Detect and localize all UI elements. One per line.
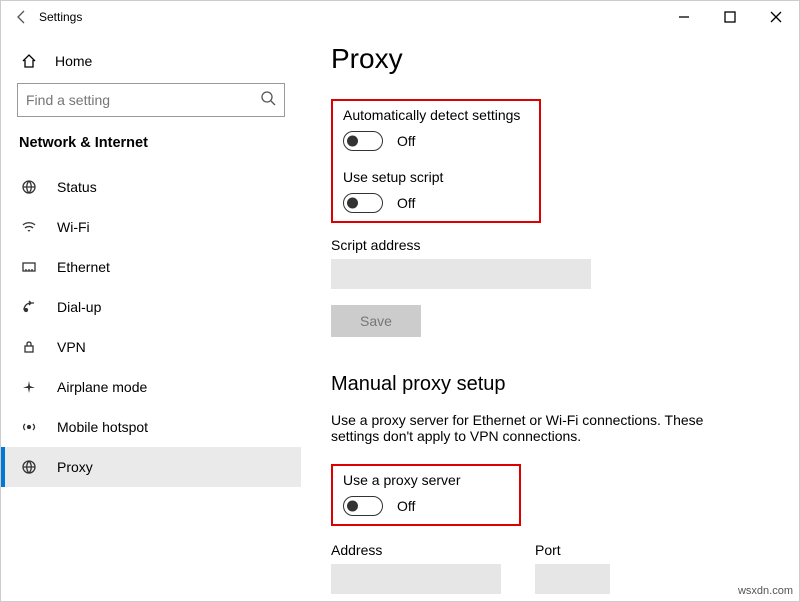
search-box[interactable] bbox=[17, 83, 285, 117]
sidebar-item-hotspot[interactable]: Mobile hotspot bbox=[1, 407, 301, 447]
address-input[interactable] bbox=[331, 564, 501, 594]
sidebar-item-label: Ethernet bbox=[57, 259, 110, 275]
sidebar-item-dialup[interactable]: Dial-up bbox=[1, 287, 301, 327]
use-proxy-toggle[interactable] bbox=[343, 496, 383, 516]
sidebar-item-label: Airplane mode bbox=[57, 379, 147, 395]
use-proxy-label: Use a proxy server bbox=[343, 472, 509, 488]
auto-detect-label: Automatically detect settings bbox=[343, 107, 529, 123]
minimize-button[interactable] bbox=[661, 1, 707, 33]
dialup-icon bbox=[19, 299, 39, 315]
setup-script-toggle[interactable] bbox=[343, 193, 383, 213]
sidebar-item-status[interactable]: Status bbox=[1, 167, 301, 207]
sidebar: Home Network & Internet Status Wi-Fi Eth… bbox=[1, 33, 301, 601]
proxy-icon bbox=[19, 459, 39, 475]
airplane-icon bbox=[19, 379, 39, 395]
titlebar: Settings bbox=[1, 1, 799, 33]
auto-detect-state: Off bbox=[397, 133, 415, 149]
sidebar-item-wifi[interactable]: Wi-Fi bbox=[1, 207, 301, 247]
close-button[interactable] bbox=[753, 1, 799, 33]
setup-script-state: Off bbox=[397, 195, 415, 211]
nav-list: Status Wi-Fi Ethernet Dial-up VPN Airpla… bbox=[1, 167, 301, 487]
address-label: Address bbox=[331, 542, 501, 558]
main-panel: Proxy Automatically detect settings Off … bbox=[301, 33, 799, 601]
script-address-label: Script address bbox=[331, 237, 769, 253]
save-button[interactable]: Save bbox=[331, 305, 421, 337]
highlight-box-auto: Automatically detect settings Off Use se… bbox=[331, 99, 541, 223]
sidebar-item-vpn[interactable]: VPN bbox=[1, 327, 301, 367]
port-label: Port bbox=[535, 542, 610, 558]
sidebar-item-ethernet[interactable]: Ethernet bbox=[1, 247, 301, 287]
sidebar-item-label: Wi-Fi bbox=[57, 219, 90, 235]
sidebar-item-label: Proxy bbox=[57, 459, 93, 475]
category-title: Network & Internet bbox=[1, 135, 301, 167]
setup-script-label: Use setup script bbox=[343, 169, 529, 185]
home-label: Home bbox=[55, 53, 92, 69]
window-title: Settings bbox=[39, 10, 82, 24]
highlight-box-manual: Use a proxy server Off bbox=[331, 464, 521, 526]
search-input[interactable] bbox=[26, 92, 260, 108]
page-title: Proxy bbox=[331, 43, 769, 75]
watermark: wsxdn.com bbox=[738, 585, 793, 597]
sidebar-item-label: Status bbox=[57, 179, 97, 195]
home-icon bbox=[19, 53, 39, 69]
auto-detect-toggle[interactable] bbox=[343, 131, 383, 151]
manual-description: Use a proxy server for Ethernet or Wi-Fi… bbox=[331, 412, 731, 444]
maximize-button[interactable] bbox=[707, 1, 753, 33]
sidebar-item-label: Mobile hotspot bbox=[57, 419, 148, 435]
back-icon[interactable] bbox=[13, 9, 31, 25]
sidebar-item-proxy[interactable]: Proxy bbox=[1, 447, 301, 487]
manual-section-title: Manual proxy setup bbox=[331, 373, 769, 396]
search-icon bbox=[260, 90, 276, 111]
home-link[interactable]: Home bbox=[1, 45, 301, 83]
sidebar-item-airplane[interactable]: Airplane mode bbox=[1, 367, 301, 407]
hotspot-icon bbox=[19, 419, 39, 435]
wifi-icon bbox=[19, 219, 39, 235]
use-proxy-state: Off bbox=[397, 498, 415, 514]
globe-icon bbox=[19, 179, 39, 195]
sidebar-item-label: Dial-up bbox=[57, 299, 101, 315]
window-controls bbox=[661, 1, 799, 33]
port-input[interactable] bbox=[535, 564, 610, 594]
vpn-icon bbox=[19, 339, 39, 355]
sidebar-item-label: VPN bbox=[57, 339, 86, 355]
ethernet-icon bbox=[19, 259, 39, 275]
script-address-input[interactable] bbox=[331, 259, 591, 289]
